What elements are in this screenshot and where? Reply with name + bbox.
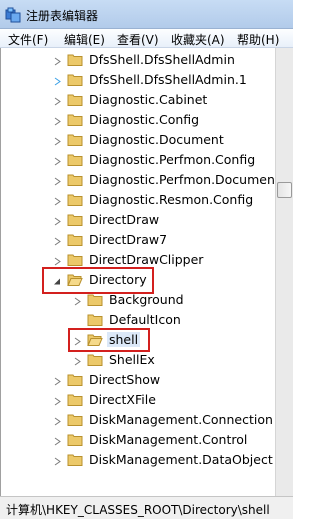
tree-node-directdrawclipper[interactable]: DirectDrawClipper bbox=[1, 250, 275, 270]
tree-node-directory[interactable]: Directory bbox=[1, 270, 275, 290]
tree-node-label: Diagnostic.Cabinet bbox=[89, 92, 208, 107]
tree-node-shell[interactable]: shell bbox=[1, 330, 275, 350]
scrollbar-thumb[interactable] bbox=[277, 182, 292, 198]
collapsed-arrow-icon[interactable] bbox=[73, 295, 82, 306]
status-bar: 计算机\HKEY_CLASSES_ROOT\Directory\shell bbox=[0, 496, 293, 519]
tree-node-diagnostic-resmon-config[interactable]: Diagnostic.Resmon.Config bbox=[1, 190, 275, 210]
tree-node-label: DiskManagement.DataObject bbox=[89, 452, 273, 467]
collapsed-arrow-icon[interactable] bbox=[53, 95, 62, 106]
folder-icon bbox=[67, 413, 83, 426]
folder-icon bbox=[67, 133, 83, 146]
tree-node-shellex[interactable]: ShellEx bbox=[1, 350, 275, 370]
open-folder-icon bbox=[87, 333, 103, 346]
folder-icon bbox=[67, 213, 83, 226]
tree-node-label: Diagnostic.Config bbox=[89, 112, 200, 127]
folder-icon bbox=[87, 353, 103, 366]
menu-file[interactable]: 文件(F) bbox=[8, 31, 48, 48]
tree-node-directshow[interactable]: DirectShow bbox=[1, 370, 275, 390]
folder-icon bbox=[87, 313, 103, 326]
collapsed-arrow-icon[interactable] bbox=[53, 155, 62, 166]
folder-icon bbox=[67, 53, 83, 66]
tree-node-label: DirectShow bbox=[89, 372, 161, 387]
menu-help[interactable]: 帮助(H) bbox=[237, 31, 279, 48]
menu-view[interactable]: 查看(V) bbox=[117, 31, 159, 48]
tree-node-dfsshell-dfsshelladmin-1[interactable]: DfsShell.DfsShellAdmin.1 bbox=[1, 70, 275, 90]
current-key-path: 计算机\HKEY_CLASSES_ROOT\Directory\shell bbox=[6, 503, 270, 517]
title-bar: 注册表编辑器 bbox=[0, 0, 293, 29]
collapsed-arrow-icon[interactable] bbox=[53, 375, 62, 386]
tree-node-diagnostic-cabinet[interactable]: Diagnostic.Cabinet bbox=[1, 90, 275, 110]
tree-node-label: Directory bbox=[89, 272, 147, 287]
tree-node-label: Diagnostic.Perfmon.Config bbox=[89, 152, 256, 167]
tree-node-diagnostic-document[interactable]: Diagnostic.Document bbox=[1, 130, 275, 150]
tree-node-diagnostic-perfmon-document[interactable]: Diagnostic.Perfmon.Document bbox=[1, 170, 275, 190]
tree-node-label: DefaultIcon bbox=[109, 312, 181, 327]
collapsed-arrow-icon[interactable] bbox=[53, 215, 62, 226]
tree-node-diagnostic-perfmon-config[interactable]: Diagnostic.Perfmon.Config bbox=[1, 150, 275, 170]
tree-node-label: shell bbox=[107, 332, 141, 347]
tree-node-defaulticon[interactable]: DefaultIcon bbox=[1, 310, 275, 330]
collapsed-arrow-icon[interactable] bbox=[53, 255, 62, 266]
folder-icon bbox=[67, 193, 83, 206]
tree-node-directdraw[interactable]: DirectDraw bbox=[1, 210, 275, 230]
open-folder-icon bbox=[67, 273, 83, 286]
collapsed-arrow-icon[interactable] bbox=[53, 135, 62, 146]
tree-node-directdraw7[interactable]: DirectDraw7 bbox=[1, 230, 275, 250]
regedit-app-icon bbox=[5, 7, 21, 23]
tree-node-label: Diagnostic.Resmon.Config bbox=[89, 192, 254, 207]
collapsed-arrow-icon[interactable] bbox=[53, 195, 62, 206]
expanded-arrow-icon[interactable] bbox=[53, 275, 62, 285]
registry-tree[interactable]: DfsShell.DfsShellAdmin DfsShell.DfsShell… bbox=[0, 48, 275, 496]
window-title: 注册表编辑器 bbox=[26, 9, 99, 23]
collapsed-arrow-icon[interactable] bbox=[53, 55, 62, 66]
folder-icon bbox=[67, 453, 83, 466]
folder-icon bbox=[67, 253, 83, 266]
collapsed-arrow-icon[interactable] bbox=[73, 335, 82, 346]
tree-node-dfsshell-dfsshelladmin[interactable]: DfsShell.DfsShellAdmin bbox=[1, 50, 275, 70]
collapsed-arrow-icon[interactable] bbox=[53, 115, 62, 126]
collapsed-arrow-icon[interactable] bbox=[53, 175, 62, 186]
folder-icon bbox=[67, 233, 83, 246]
tree-node-label: DiskManagement.Control bbox=[89, 432, 248, 447]
collapsed-arrow-icon[interactable] bbox=[53, 75, 62, 86]
collapsed-arrow-icon[interactable] bbox=[53, 455, 62, 466]
tree-node-label: Background bbox=[109, 292, 184, 307]
tree-node-label: Diagnostic.Document bbox=[89, 132, 224, 147]
tree-node-label: DfsShell.DfsShellAdmin bbox=[89, 52, 235, 67]
vertical-scrollbar[interactable] bbox=[275, 48, 293, 496]
tree-node-diskmanagement-connection[interactable]: DiskManagement.Connection bbox=[1, 410, 275, 430]
tree-node-label: DirectDraw bbox=[89, 212, 160, 227]
folder-icon bbox=[67, 113, 83, 126]
menu-bar: 文件(F) 编辑(E) 查看(V) 收藏夹(A) 帮助(H) bbox=[0, 29, 293, 48]
folder-icon bbox=[67, 153, 83, 166]
tree-node-diskmanagement-dataobject[interactable]: DiskManagement.DataObject bbox=[1, 450, 275, 470]
menu-edit[interactable]: 编辑(E) bbox=[64, 31, 105, 48]
folder-icon bbox=[67, 93, 83, 106]
collapsed-arrow-icon[interactable] bbox=[53, 235, 62, 246]
tree-node-diagnostic-config[interactable]: Diagnostic.Config bbox=[1, 110, 275, 130]
collapsed-arrow-icon[interactable] bbox=[53, 435, 62, 446]
tree-node-label: ShellEx bbox=[109, 352, 155, 367]
tree-node-label: DiskManagement.Connection bbox=[89, 412, 273, 427]
tree-node-label: DirectDrawClipper bbox=[89, 252, 204, 267]
collapsed-arrow-icon[interactable] bbox=[53, 395, 62, 406]
tree-node-label: DirectDraw7 bbox=[89, 232, 168, 247]
tree-node-label: Diagnostic.Perfmon.Document bbox=[89, 172, 275, 187]
folder-icon bbox=[67, 173, 83, 186]
tree-node-label: DfsShell.DfsShellAdmin.1 bbox=[89, 72, 247, 87]
menu-favorites[interactable]: 收藏夹(A) bbox=[171, 31, 225, 48]
tree-node-label: DirectXFile bbox=[89, 392, 156, 407]
tree-node-background[interactable]: Background bbox=[1, 290, 275, 310]
collapsed-arrow-icon[interactable] bbox=[73, 355, 82, 366]
folder-icon bbox=[67, 433, 83, 446]
tree-node-diskmanagement-control[interactable]: DiskManagement.Control bbox=[1, 430, 275, 450]
collapsed-arrow-icon[interactable] bbox=[53, 415, 62, 426]
folder-icon bbox=[67, 373, 83, 386]
folder-icon bbox=[67, 73, 83, 86]
tree-node-directxfile[interactable]: DirectXFile bbox=[1, 390, 275, 410]
folder-icon bbox=[87, 293, 103, 306]
folder-icon bbox=[67, 393, 83, 406]
